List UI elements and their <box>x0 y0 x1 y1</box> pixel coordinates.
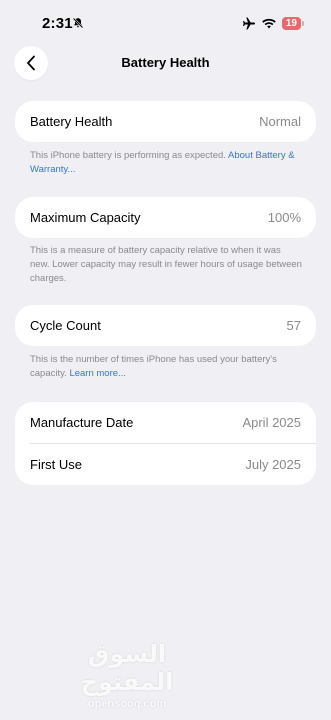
dates-card: Manufacture Date April 2025 First Use Ju… <box>15 402 316 485</box>
battery-health-label: Battery Health <box>30 114 113 129</box>
cycle-count-row: Cycle Count 57 <box>15 305 316 346</box>
status-bar: 2:31 19 <box>0 0 331 46</box>
cycle-count-value: 57 <box>286 318 301 333</box>
first-use-value: July 2025 <box>245 457 301 472</box>
maximum-capacity-card: Maximum Capacity 100% <box>15 197 316 238</box>
maximum-capacity-footnote: This is a measure of battery capacity re… <box>30 244 302 286</box>
manufacture-date-row: Manufacture Date April 2025 <box>15 402 316 443</box>
battery-health-value: Normal <box>259 114 301 129</box>
manufacture-date-value: April 2025 <box>242 415 301 430</box>
airplane-icon <box>242 17 255 29</box>
page-title: Battery Health <box>121 55 210 70</box>
battery-icon: 19 <box>281 16 305 30</box>
maximum-capacity-label: Maximum Capacity <box>30 210 141 225</box>
maximum-capacity-row: Maximum Capacity 100% <box>15 197 316 238</box>
status-time: 2:31 <box>42 15 73 32</box>
learn-more-link[interactable]: Learn more... <box>69 368 126 379</box>
watermark-latin: opensooq.com <box>87 698 167 710</box>
cycle-count-footnote: This is the number of times iPhone has u… <box>30 353 302 381</box>
first-use-row: First Use July 2025 <box>15 444 316 485</box>
cycle-count-label: Cycle Count <box>30 318 101 333</box>
wifi-icon <box>262 18 276 28</box>
battery-health-row[interactable]: Battery Health Normal <box>15 101 316 142</box>
manufacture-date-label: Manufacture Date <box>30 415 134 430</box>
maximum-capacity-footnote-text: This is a measure of battery capacity re… <box>30 245 302 284</box>
opensooq-watermark: السوق المفتوح opensooq.com <box>62 640 192 710</box>
bell-slash-icon <box>72 17 84 29</box>
status-icons: 19 <box>242 16 305 30</box>
battery-health-footnote-text: This iPhone battery is performing as exp… <box>30 150 229 161</box>
first-use-label: First Use <box>30 457 82 472</box>
battery-health-footnote: This iPhone battery is performing as exp… <box>30 149 302 177</box>
cycle-count-footnote-text: This is the number of times iPhone has u… <box>30 354 277 379</box>
cycle-count-card: Cycle Count 57 <box>15 305 316 346</box>
watermark-arabic: السوق المفتوح <box>80 640 174 696</box>
battery-health-card: Battery Health Normal <box>15 101 316 142</box>
navigation-bar: Battery Health <box>0 46 331 80</box>
maximum-capacity-value: 100% <box>267 210 301 225</box>
